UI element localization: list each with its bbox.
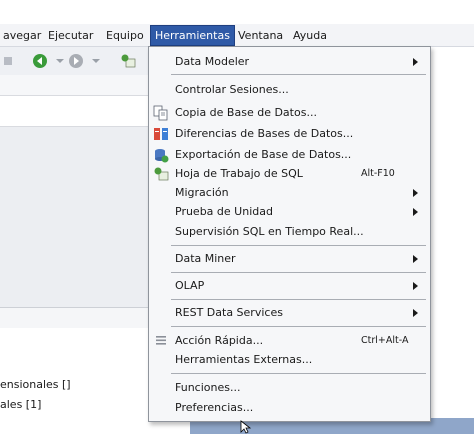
left-panel-header xyxy=(0,75,150,96)
menu-item-label: Prueba de Unidad xyxy=(175,205,273,218)
menu-item-label: Funciones... xyxy=(175,381,241,394)
menu-item-label: Preferencias... xyxy=(175,401,254,414)
menu-item-label: Migración xyxy=(175,186,229,199)
mouse-cursor-icon xyxy=(240,420,252,434)
menu-item-funciones[interactable]: Funciones... xyxy=(149,378,430,397)
menu-item-controlar-sesiones[interactable]: Controlar Sesiones... xyxy=(149,80,430,99)
submenu-arrow-icon xyxy=(413,309,418,317)
menu-item-preferencias[interactable]: Preferencias... xyxy=(149,398,430,417)
menu-item-label: Copia de Base de Datos... xyxy=(175,106,317,119)
menu-item-hoja-trabajo-sql[interactable]: Hoja de Trabajo de SQL Alt-F10 xyxy=(149,164,430,183)
menu-item-label: Exportación de Base de Datos... xyxy=(175,148,352,161)
left-panel-content xyxy=(0,127,150,307)
menu-item-label: Controlar Sesiones... xyxy=(175,83,289,96)
forward-dropdown-icon[interactable] xyxy=(88,53,104,69)
menu-item-accion-rapida[interactable]: Acción Rápida... Ctrl+Alt-A xyxy=(149,331,430,350)
quick-action-icon xyxy=(156,336,166,345)
menu-item-prueba-unidad[interactable]: Prueba de Unidad xyxy=(149,202,430,221)
menu-item-label: Data Modeler xyxy=(175,55,250,68)
menu-item-label: Acción Rápida... xyxy=(175,334,264,347)
menu-item-label: Diferencias de Bases de Datos... xyxy=(175,127,354,140)
left-panel-tree: ensionales [] ales [1] xyxy=(0,328,150,434)
menu-item-label: Supervisión SQL en Tiempo Real... xyxy=(175,225,364,238)
submenu-arrow-icon xyxy=(413,255,418,263)
menu-separator xyxy=(171,74,426,75)
submenu-arrow-icon xyxy=(413,189,418,197)
sql-toolbar-icon[interactable] xyxy=(120,53,136,69)
submenu-arrow-icon xyxy=(413,282,418,290)
copy-db-icon xyxy=(153,105,168,121)
menu-item-copia-base-datos[interactable]: Copia de Base de Datos... xyxy=(149,103,430,122)
back-dropdown-icon[interactable] xyxy=(52,53,68,69)
herramientas-dropdown-menu: Data Modeler Controlar Sesiones... Copia… xyxy=(148,46,431,422)
menu-item-label: Data Miner xyxy=(175,252,236,265)
menu-ventana[interactable]: Ventana xyxy=(235,28,286,44)
menu-separator xyxy=(171,272,426,273)
back-icon[interactable] xyxy=(32,53,48,69)
menu-item-label: OLAP xyxy=(175,279,205,292)
menu-item-data-modeler[interactable]: Data Modeler xyxy=(149,52,430,71)
menu-item-shortcut: Ctrl+Alt-A xyxy=(361,335,409,346)
tree-item[interactable]: ensionales [] xyxy=(0,378,71,391)
menu-item-olap[interactable]: OLAP xyxy=(149,276,430,295)
menubar: avegar Ejecutar Equipo Herramientas Vent… xyxy=(0,24,474,47)
menu-item-label: Hoja de Trabajo de SQL xyxy=(175,167,303,180)
diff-db-icon xyxy=(154,128,168,140)
menu-separator xyxy=(171,326,426,327)
menu-item-label: Herramientas Externas... xyxy=(175,353,313,366)
menu-item-label: REST Data Services xyxy=(175,306,283,319)
menu-separator xyxy=(171,245,426,246)
submenu-arrow-icon xyxy=(413,208,418,216)
menu-navegar[interactable]: avegar xyxy=(0,28,44,44)
editor-area xyxy=(426,47,474,387)
menu-herramientas[interactable]: Herramientas xyxy=(150,25,235,46)
toolbar-gray-icon[interactable] xyxy=(2,53,18,69)
menu-separator xyxy=(171,299,426,300)
menu-item-herramientas-externas[interactable]: Herramientas Externas... xyxy=(149,350,430,369)
menu-ayuda[interactable]: Ayuda xyxy=(290,28,330,44)
menu-equipo[interactable]: Equipo xyxy=(103,28,147,44)
menu-item-data-miner[interactable]: Data Miner xyxy=(149,249,430,268)
menu-separator xyxy=(171,373,426,374)
forward-icon[interactable] xyxy=(68,53,84,69)
tree-item[interactable]: ales [1] xyxy=(0,398,41,411)
toolbar xyxy=(0,47,150,75)
menu-item-rest-data-services[interactable]: REST Data Services xyxy=(149,303,430,322)
menu-item-exportacion-base-datos[interactable]: Exportación de Base de Datos... xyxy=(149,145,430,164)
menu-item-diferencias-bases-datos[interactable]: Diferencias de Bases de Datos... xyxy=(149,124,430,143)
menu-item-migracion[interactable]: Migración xyxy=(149,183,430,202)
menu-ejecutar[interactable]: Ejecutar xyxy=(45,28,96,44)
submenu-arrow-icon xyxy=(413,58,418,66)
menu-item-supervision-sql[interactable]: Supervisión SQL en Tiempo Real... xyxy=(149,222,430,241)
export-db-icon xyxy=(155,149,169,163)
menu-item-shortcut: Alt-F10 xyxy=(361,168,395,179)
left-panel-divider xyxy=(0,307,150,329)
sql-worksheet-icon xyxy=(154,167,169,181)
left-panel-input-area xyxy=(0,96,150,127)
